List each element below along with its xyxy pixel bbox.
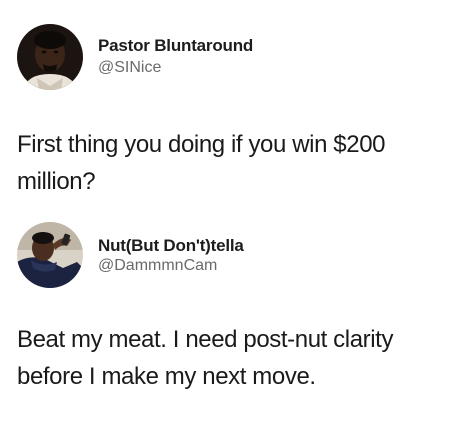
user-handle[interactable]: @DammmnCam (98, 257, 217, 275)
user-handle[interactable]: @SINice (98, 59, 161, 77)
avatar[interactable] (17, 222, 83, 288)
avatar[interactable] (17, 24, 83, 90)
display-name[interactable]: Nut(But Don't)tella (98, 236, 244, 256)
display-name[interactable]: Pastor Bluntaround (98, 36, 253, 56)
profile-photo-man-icon (17, 24, 83, 90)
profile-photo-man-on-phone-icon (17, 222, 83, 288)
tweet-text: First thing you doing if you win $200 mi… (17, 131, 386, 195)
tweet-original: Pastor Bluntaround @SINice First thing y… (0, 0, 474, 205)
tweet-text: Beat my meat. I need post-nut clarity be… (17, 326, 394, 390)
